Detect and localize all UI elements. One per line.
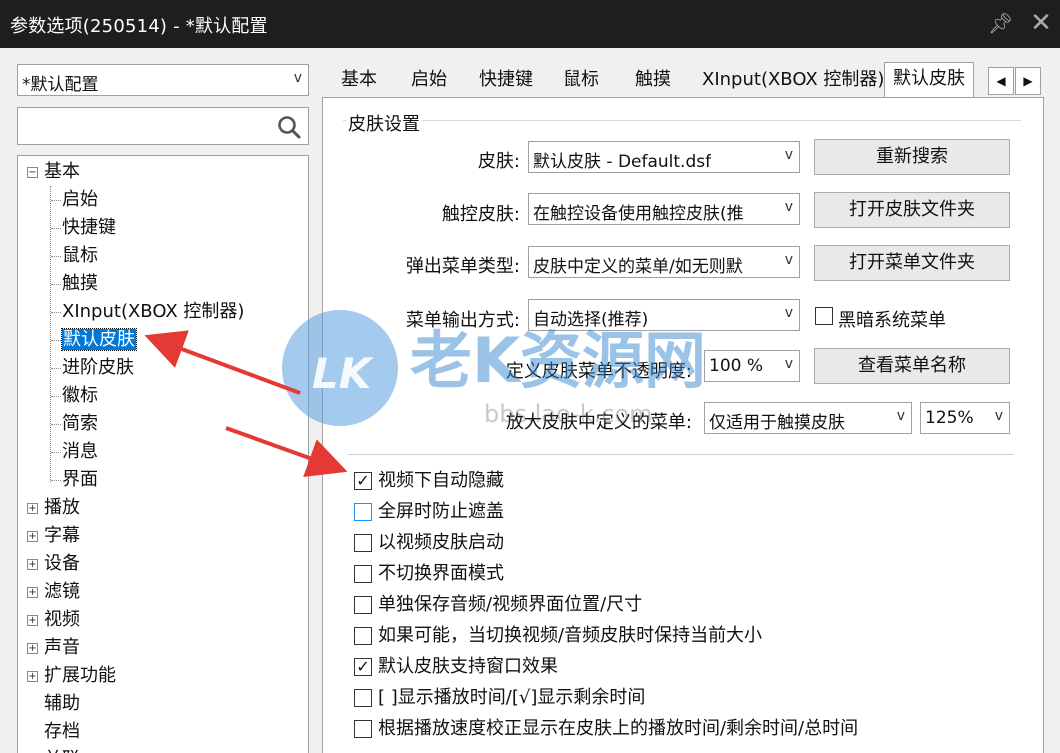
checkbox[interactable] (354, 565, 372, 583)
expand-icon[interactable]: + (27, 643, 38, 654)
tab-touch[interactable]: 触摸 (635, 64, 671, 98)
settings-tree[interactable]: − 基本 启始 快捷键 鼠标 触摸 XInput(XBOX 控制器) 默认皮肤 进阶皮肤 徽标… (17, 155, 309, 753)
profile-value: *默认配置 (22, 75, 99, 95)
chevron-down-icon: v (293, 70, 302, 86)
tree-item-basic-child[interactable]: 界面 (62, 467, 98, 493)
checkbox[interactable] (354, 689, 372, 707)
research-button[interactable]: 重新搜索 (814, 139, 1010, 175)
tree-item-root[interactable]: 设备 (44, 551, 80, 577)
enlarge-menu-label: 放大皮肤中定义的菜单: (505, 412, 692, 433)
title-bar: 参数选项(250514) - *默认配置 📌︎ ✕ (0, 0, 1060, 48)
tree-item-basic-child[interactable]: 进阶皮肤 (62, 355, 134, 381)
separator (348, 454, 1014, 455)
menu-output-label: 菜单输出方式: (405, 310, 520, 331)
expand-icon[interactable]: + (27, 503, 38, 514)
touch-skin-select[interactable]: 在触控设备使用触控皮肤(推 v (528, 193, 800, 225)
touch-skin-label: 触控皮肤: (441, 204, 520, 225)
option-label: 默认皮肤支持窗口效果 (378, 656, 558, 677)
group-title: 皮肤设置 (346, 110, 422, 136)
tab-scroll-left-icon[interactable]: ◀ (988, 67, 1014, 95)
tree-item-root[interactable]: 视频 (44, 607, 80, 633)
profile-select[interactable]: *默认配置 v (17, 64, 309, 96)
option-label: 不切换界面模式 (378, 563, 504, 584)
tree-item-root[interactable]: 声音 (44, 635, 80, 661)
expand-icon[interactable]: + (27, 615, 38, 626)
expand-icon[interactable]: + (27, 559, 38, 570)
tree-item-basic[interactable]: 基本 (44, 159, 80, 185)
tree-item-root[interactable]: 扩展功能 (44, 663, 116, 689)
tab-xinput[interactable]: XInput(XBOX 控制器) (702, 64, 884, 98)
expand-icon[interactable]: + (27, 671, 38, 682)
checkbox[interactable] (354, 720, 372, 738)
dark-menu-label: 黑暗系统菜单 (838, 310, 946, 331)
pin-icon[interactable]: 📌︎ (988, 11, 1013, 35)
tree-item-root[interactable]: 存档 (44, 719, 80, 745)
enlarge-menu-select[interactable]: 仅适用于触摸皮肤 v (704, 402, 912, 434)
checkbox[interactable] (354, 596, 372, 614)
enlarge-scale-select[interactable]: 125% v (920, 402, 1010, 434)
opacity-label: 定义皮肤菜单不透明度: (505, 361, 692, 382)
tree-item-basic-child[interactable]: 启始 (62, 187, 98, 213)
window-title: 参数选项(250514) - *默认配置 (10, 16, 268, 37)
tree-item-root[interactable]: 播放 (44, 495, 80, 521)
chevron-down-icon: v (784, 305, 793, 321)
tab-scroll-right-icon[interactable]: ▶ (1015, 67, 1041, 95)
tab-startup[interactable]: 启始 (411, 64, 447, 98)
option-label: 视频下自动隐藏 (378, 470, 504, 491)
checkbox[interactable] (354, 503, 372, 521)
option-label: 全屏时防止遮盖 (378, 501, 504, 522)
chevron-down-icon: v (784, 199, 793, 215)
chevron-down-icon: v (784, 356, 793, 372)
checkbox[interactable] (354, 534, 372, 552)
option-label: 单独保存音频/视频界面位置/尺寸 (378, 594, 643, 615)
search-input[interactable] (17, 107, 309, 145)
close-icon[interactable]: ✕ (1026, 8, 1056, 38)
tab-shortcuts[interactable]: 快捷键 (479, 64, 533, 98)
tree-item-basic-child[interactable]: 鼠标 (62, 243, 98, 269)
popup-menu-select[interactable]: 皮肤中定义的菜单/如无则默 v (528, 246, 800, 278)
tree-item-root[interactable]: 辅助 (44, 691, 80, 717)
opacity-select[interactable]: 100 % v (704, 350, 800, 382)
search-icon[interactable] (276, 114, 302, 140)
chevron-down-icon: v (784, 147, 793, 163)
tab-basic[interactable]: 基本 (341, 64, 377, 98)
option-label: 根据播放速度校正显示在皮肤上的播放时间/剩余时间/总时间 (378, 718, 859, 739)
tree-item-basic-child[interactable]: 快捷键 (62, 215, 116, 241)
skin-select[interactable]: 默认皮肤 - Default.dsf v (528, 141, 800, 173)
chevron-down-icon: v (896, 408, 905, 424)
tree-item-basic-child[interactable]: 触摸 (62, 271, 98, 297)
tree-item-basic-child[interactable]: XInput(XBOX 控制器) (62, 299, 244, 325)
tab-mouse[interactable]: 鼠标 (563, 64, 599, 98)
chevron-down-icon: v (784, 252, 793, 268)
tab-default-skin[interactable]: 默认皮肤 (884, 62, 974, 98)
view-menu-names-button[interactable]: 查看菜单名称 (814, 348, 1010, 384)
checkbox[interactable] (354, 627, 372, 645)
tree-item-root[interactable]: 字幕 (44, 523, 80, 549)
checkbox-checked[interactable]: ✓ (354, 658, 372, 676)
menu-output-select[interactable]: 自动选择(推荐) v (528, 299, 800, 331)
option-label: 如果可能，当切换视频/音频皮肤时保持当前大小 (378, 625, 763, 646)
skin-label: 皮肤: (477, 151, 520, 172)
tree-item-basic-child[interactable]: 消息 (62, 439, 98, 465)
checkbox-checked[interactable]: ✓ (354, 472, 372, 490)
tree-item-root[interactable]: 滤镜 (44, 579, 80, 605)
collapse-icon[interactable]: − (27, 167, 38, 178)
tree-item-basic-child[interactable]: 默认皮肤 (61, 327, 137, 353)
option-label: [ ]显示播放时间/[√]显示剩余时间 (378, 687, 646, 708)
option-label: 以视频皮肤启动 (378, 532, 504, 553)
tree-item-root[interactable]: 关联 (44, 747, 80, 753)
open-skin-folder-button[interactable]: 打开皮肤文件夹 (814, 192, 1010, 228)
tab-bar: 基本 启始 快捷键 鼠标 触摸 XInput(XBOX 控制器) 默认皮肤 ◀ … (322, 62, 1044, 98)
dark-menu-checkbox[interactable] (815, 307, 833, 325)
chevron-down-icon: v (994, 408, 1003, 424)
open-menu-folder-button[interactable]: 打开菜单文件夹 (814, 245, 1010, 281)
tree-item-basic-child[interactable]: 徽标 (62, 383, 98, 409)
popup-menu-label: 弹出菜单类型: (405, 256, 520, 277)
expand-icon[interactable]: + (27, 531, 38, 542)
expand-icon[interactable]: + (27, 587, 38, 598)
tree-item-basic-child[interactable]: 简索 (62, 411, 98, 437)
